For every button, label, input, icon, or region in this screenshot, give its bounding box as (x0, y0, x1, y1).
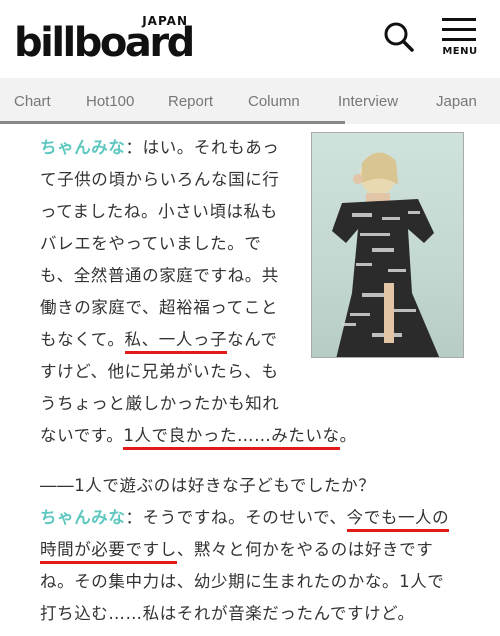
menu-button[interactable]: MENU (440, 16, 480, 62)
menu-label: MENU (442, 46, 478, 57)
search-icon (384, 22, 414, 52)
answer-line: て子供の頃からいろんな国に行 (40, 170, 280, 189)
highlighted-phrase: 今でも一人の (346, 508, 450, 532)
nav-item-column[interactable]: Column (248, 93, 300, 110)
billboard-japan-logo[interactable]: JAPAN billboard (14, 14, 195, 66)
nav-item-interview[interactable]: Interview (338, 93, 398, 110)
highlighted-phrase: 時間が必要ですし (40, 540, 177, 564)
highlighted-phrase: 1人で良かった……みたいな (123, 426, 340, 450)
nav-item-japan[interactable]: Japan (436, 93, 477, 110)
answer-line: も、全然普通の家庭ですね。共 (40, 266, 279, 285)
answer-line: ってましたね。小さい頃は私も (40, 202, 278, 221)
search-button[interactable] (382, 20, 416, 54)
answer-line: ないです。1人で良かった……みたいな。 (40, 422, 357, 450)
answer-line: ちゃんみな：そうですね。そのせいで、今でも一人の (40, 504, 450, 532)
article-body: ちゃんみな：はい。それもあっ て子供の頃からいろんな国に行 ってましたね。小さい… (0, 124, 500, 636)
answer-line: ちゃんみな：はい。それもあっ (40, 138, 280, 157)
answer-line: バレエをやっていました。で (40, 234, 262, 253)
answer-line: 時間が必要ですし、黙々と何かをやるのは好きです (40, 536, 433, 564)
site-header: JAPAN billboard MENU (0, 0, 500, 78)
answer-line: もなくて。私、一人っ子なんで (40, 326, 278, 354)
logo-wordmark: billboard (14, 20, 195, 66)
answer-line: 働きの家庭で、超裕福ってこと (40, 298, 278, 317)
speaker-name: ちゃんみな (40, 508, 126, 527)
nav-item-hot100[interactable]: Hot100 (86, 93, 134, 110)
interview-question: ――1人で遊ぶのは好きな子どもでしたか？ (40, 476, 376, 495)
highlighted-phrase: 私、一人っ子 (124, 330, 228, 354)
answer-line: すけど、他に兄弟がいたら、も (40, 362, 279, 381)
nav-item-report[interactable]: Report (168, 93, 213, 110)
speaker-name: ちゃんみな (40, 138, 126, 157)
category-nav: Chart Hot100 Report Column Interview Jap… (0, 78, 500, 124)
nav-item-chart[interactable]: Chart (14, 93, 51, 110)
answer-line: 打ち込む……私はそれが音楽だったんですけど。 (40, 604, 415, 623)
answer-line: ね。その集中力は、幼少期に生まれたのかな。1人で (40, 572, 445, 591)
answer-line: うちょっと厳しかったかも知れ (40, 394, 280, 413)
artist-photo (311, 132, 464, 358)
